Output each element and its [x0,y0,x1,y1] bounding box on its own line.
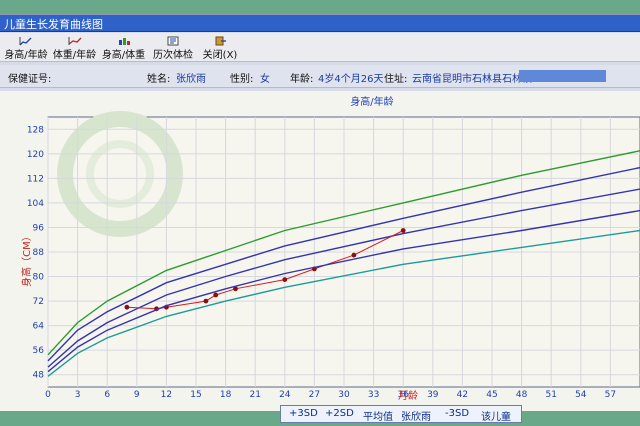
legend-this-child: 该儿童 [481,412,511,423]
toolbar: 身高/年龄 体重/年龄 身高/体重 历次体检 关闭(X) [0,33,640,62]
x-tick-label: 0 [45,390,51,400]
y-tick-label: 56 [33,346,45,356]
address-label: 住址: [384,74,408,85]
chart-title: 身高/年龄 [350,95,393,108]
x-tick-label: 33 [368,390,379,400]
data-point [213,292,219,298]
x-tick-label: 51 [545,390,556,400]
x-tick-label: 27 [309,390,320,400]
data-point [203,298,209,304]
height-age-button[interactable]: 身高/年龄 [2,35,50,61]
window-title: 儿童生长发育曲线图 [4,18,103,31]
exam-history-button[interactable]: 历次体检 [150,35,196,61]
y-tick-label: 88 [33,248,45,258]
close-button[interactable]: 关闭(X) [200,35,240,61]
gender-label: 性别: [230,74,254,85]
gender-value: 女 [260,74,270,85]
data-point [282,277,288,282]
x-tick-label: 39 [427,390,439,400]
x-tick-label: 42 [457,390,468,400]
x-tick-label: 48 [516,390,528,400]
redacted-address-block [519,70,606,82]
x-tick-label: 12 [161,390,172,400]
x-tick-label: 54 [575,390,587,400]
weight-chart-icon [68,37,81,45]
height-weight-button[interactable]: 身高/体重 [99,35,148,61]
height-weight-icon [118,38,130,45]
y-tick-label: 80 [33,273,45,283]
x-tick-label: 3 [75,390,81,400]
x-tick-label: 45 [486,390,497,400]
data-point [400,228,406,233]
y-tick-label: 112 [27,174,44,184]
address-value: 云南省昆明市石林县石林镇 [412,74,532,85]
app-window: 儿童生长发育曲线图 身高/年龄 体重/年龄 身高/体重 历次体检 关闭(X) 保… [0,14,640,423]
history-icon [167,36,179,46]
legend-mean: 平均值 [363,412,393,423]
legend-minus3sd: -3SD [445,408,470,419]
y-tick-label: 64 [33,322,45,332]
chart-panel: 身高/年龄 48 56 64 72 80 88 96 104 112 120 128 0 3 6 9 12 15… [0,91,640,411]
health-card-label: 保健证号: [8,74,52,85]
x-tick-label: 18 [220,390,232,400]
data-point [124,304,130,310]
name-value: 张欣雨 [176,74,206,85]
y-axis-label: 身高（CM） [20,231,33,287]
x-tick-label: 15 [190,390,201,400]
x-tick-label: 57 [605,390,616,400]
age-label: 年龄: [290,74,314,85]
x-tick-label: 24 [279,390,291,400]
y-tick-label: 104 [27,199,44,209]
x-tick-label: 6 [104,390,110,400]
y-tick-label: 120 [27,150,44,160]
title-bar: 儿童生长发育曲线图 [0,15,640,32]
name-label: 姓名: [147,74,171,85]
x-tick-label: 21 [249,390,260,400]
legend-plus2sd: +2SD [325,408,354,419]
legend-plus3sd: +3SD [289,408,318,419]
x-axis-label: 月龄 [398,389,418,402]
x-tick-label: 30 [338,390,350,400]
legend-child-name: 张欣雨 [401,412,431,423]
chart-legend: +3SD +2SD 平均值 张欣雨 -3SD 该儿童 [280,405,522,423]
y-tick-label: 72 [33,297,44,307]
x-tick-label: 9 [134,390,140,400]
y-tick-label: 96 [33,223,45,233]
exit-door-icon [215,36,226,46]
growth-chart: 身高/年龄 48 56 64 72 80 88 96 104 112 120 128 0 3 6 9 12 15… [20,95,640,402]
y-tick-label: 128 [27,125,44,135]
age-value: 4岁4个月26天 [318,74,384,85]
weight-age-button[interactable]: 体重/年龄 [51,35,98,61]
data-point [351,252,357,258]
y-tick-label: 48 [33,371,45,381]
growth-chart-icon [19,37,32,46]
